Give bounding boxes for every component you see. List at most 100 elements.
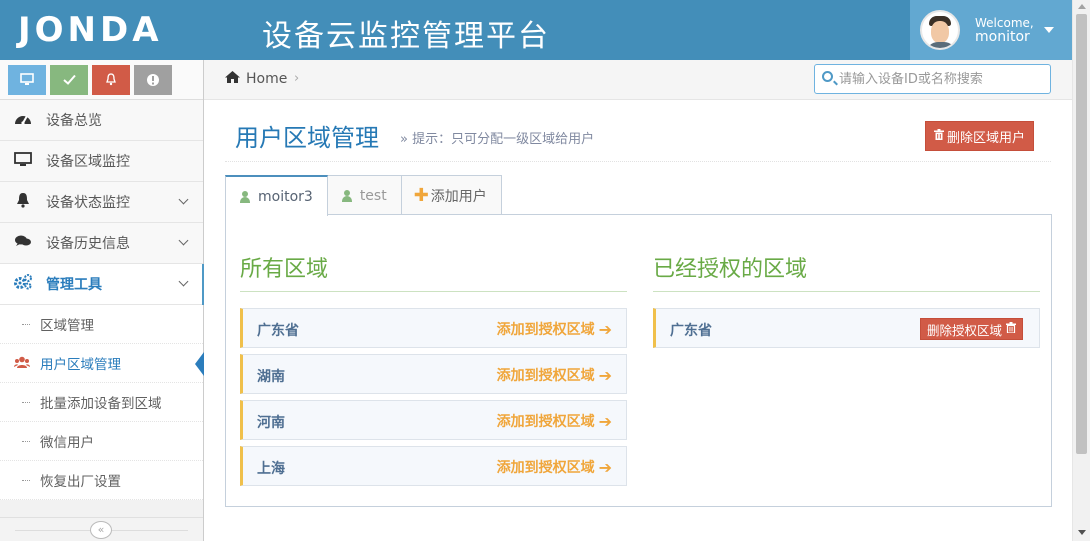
sidebar-item-label: 设备状态监控 <box>46 195 130 211</box>
submenu-item-label: 微信用户 <box>40 435 94 451</box>
tab-user-moitor3[interactable]: moitor3 <box>225 175 328 216</box>
tab-user-test[interactable]: test <box>326 175 402 215</box>
arrow-right-icon: ➔ <box>598 457 612 477</box>
monitor-icon <box>20 73 34 85</box>
bell-icon <box>106 73 116 86</box>
submenu-item-label: 区域管理 <box>40 318 94 334</box>
sidebar-item-label: 设备历史信息 <box>46 236 130 252</box>
region-name: 湖南 <box>257 369 285 385</box>
region-item: 广东省 添加到授权区域 ➔ <box>240 308 627 348</box>
all-regions-panel: 所有区域 广东省 添加到授权区域 ➔ 湖南 添加到授权区域 ➔ 河南 添加到授权区域… <box>240 251 627 492</box>
active-indicator <box>195 352 204 376</box>
chevron-down-icon <box>178 235 189 246</box>
region-name: 河南 <box>257 415 285 431</box>
add-to-authorized-link[interactable]: 添加到授权区域 ➔ <box>497 411 612 431</box>
search-box <box>814 64 1051 94</box>
username: monitor <box>975 29 1030 45</box>
user-info: Welcome, monitor <box>975 16 1034 44</box>
home-icon <box>224 70 241 88</box>
tab-content: 所有区域 广东省 添加到授权区域 ➔ 湖南 添加到授权区域 ➔ 河南 添加到授权区域… <box>225 214 1052 507</box>
cogs-icon <box>12 274 34 294</box>
sidebar-item-label: 管理工具 <box>46 277 102 293</box>
sidebar-item-region-monitor[interactable]: 设备区域监控 <box>0 141 203 182</box>
logo-text: JONDA <box>18 10 163 50</box>
submenu-item-wechat-users[interactable]: 微信用户 <box>0 422 203 461</box>
user-menu[interactable]: Welcome, monitor <box>910 0 1072 60</box>
tab-label: 添加用户 <box>430 188 487 205</box>
chevron-down-icon <box>178 194 189 205</box>
tab-add-user[interactable]: ✚ 添加用户 <box>400 175 502 215</box>
region-name: 广东省 <box>670 323 712 339</box>
arrow-right-icon: ➔ <box>598 319 612 339</box>
plus-icon: ✚ <box>413 185 429 206</box>
delete-region-user-label: 删除区域用户 <box>947 130 1026 146</box>
user-icon <box>341 189 352 202</box>
arrow-right-icon: ➔ <box>598 365 612 385</box>
search-icon <box>822 71 833 82</box>
shortcut-check-button[interactable] <box>50 64 88 95</box>
scroll-up-icon[interactable] <box>1078 4 1086 9</box>
breadcrumb-home-link[interactable]: Home <box>246 71 287 87</box>
breadcrumb: Home › <box>204 60 1072 100</box>
add-to-authorized-link[interactable]: 添加到授权区域 ➔ <box>497 319 612 339</box>
submenu-item-label: 用户区域管理 <box>40 357 121 373</box>
authorized-regions-list: 广东省 删除授权区域 <box>653 308 1040 348</box>
user-icon <box>240 190 250 203</box>
avatar <box>920 10 960 50</box>
shortcut-monitor-button[interactable] <box>8 64 46 95</box>
add-to-authorized-label: 添加到授权区域 <box>496 414 595 430</box>
sidebar-item-label: 设备总览 <box>46 113 102 129</box>
submenu-item-batch-add[interactable]: 批量添加设备到区域 <box>0 383 203 422</box>
sidebar-item-history[interactable]: 设备历史信息 <box>0 223 203 264</box>
breadcrumb-separator: › <box>294 71 300 86</box>
region-item: 上海 添加到授权区域 ➔ <box>240 446 627 486</box>
sidebar-item-tools[interactable]: 管理工具 <box>0 264 204 305</box>
delete-region-user-button[interactable]: 删除区域用户 <box>925 121 1035 151</box>
submenu-item-label: 恢复出厂设置 <box>40 474 121 490</box>
scroll-down-icon[interactable] <box>1078 530 1086 535</box>
authorized-regions-title: 已经授权的区域 <box>653 251 1040 292</box>
bell-icon <box>12 192 34 212</box>
dashboard-icon <box>12 111 34 129</box>
submenu-item-user-region-manage[interactable]: 用户区域管理 <box>0 344 204 383</box>
page-title: 用户区域管理 <box>235 124 379 152</box>
submenu-item-factory-reset[interactable]: 恢复出厂设置 <box>0 461 203 500</box>
submenu-item-label: 批量添加设备到区域 <box>40 396 162 412</box>
region-item: 湖南 添加到授权区域 ➔ <box>240 354 627 394</box>
region-item: 河南 添加到授权区域 ➔ <box>240 400 627 440</box>
add-to-authorized-label: 添加到授权区域 <box>496 322 595 338</box>
app-title: 设备云监控管理平台 <box>262 19 550 54</box>
shortcut-alert-button[interactable] <box>134 64 172 95</box>
search-input[interactable] <box>839 69 1039 89</box>
remove-authorized-region-button[interactable]: 删除授权区域 <box>919 318 1023 340</box>
add-to-authorized-link[interactable]: 添加到授权区域 ➔ <box>497 365 612 385</box>
sidebar: 设备总览 设备区域监控 设备状态监控 设备历史信息 管理工具 区域管理 用户区域… <box>0 60 204 541</box>
sidebar-item-status-monitor[interactable]: 设备状态监控 <box>0 182 203 223</box>
tab-label: test <box>359 187 387 204</box>
comments-icon <box>12 234 34 252</box>
chevron-down-icon <box>178 276 189 287</box>
scroll-thumb[interactable] <box>1076 14 1087 454</box>
sidebar-item-overview[interactable]: 设备总览 <box>0 100 203 141</box>
add-to-authorized-link[interactable]: 添加到授权区域 ➔ <box>497 457 612 477</box>
double-left-icon[interactable]: « <box>90 521 112 539</box>
shortcut-bell-button[interactable] <box>92 64 130 95</box>
region-name: 上海 <box>257 461 285 477</box>
desktop-icon <box>12 151 34 171</box>
all-regions-title: 所有区域 <box>240 251 627 292</box>
vertical-scrollbar[interactable] <box>1072 0 1090 541</box>
user-tabs: moitor3 test ✚ 添加用户 <box>225 175 502 216</box>
trash-icon <box>1006 322 1016 336</box>
authorized-regions-panel: 已经授权的区域 广东省 删除授权区域 <box>653 251 1040 354</box>
add-to-authorized-label: 添加到授权区域 <box>496 368 595 384</box>
trash-icon <box>934 129 944 143</box>
page-header: 用户区域管理 » 提示：只可分配一级区域给用户 删除区域用户 <box>225 110 1051 162</box>
brand-logo[interactable]: JONDA <box>18 10 163 50</box>
welcome-text: Welcome, <box>975 16 1034 30</box>
region-name: 广东省 <box>257 323 299 339</box>
submenu-item-region-manage[interactable]: 区域管理 <box>0 305 203 344</box>
sidebar-shortcuts <box>0 60 203 100</box>
tab-label: moitor3 <box>258 188 313 205</box>
arrow-right-icon: ➔ <box>598 411 612 431</box>
app-root: JONDA 设备云监控管理平台 Welcome, monitor 设备总览 设备… <box>0 0 1090 541</box>
